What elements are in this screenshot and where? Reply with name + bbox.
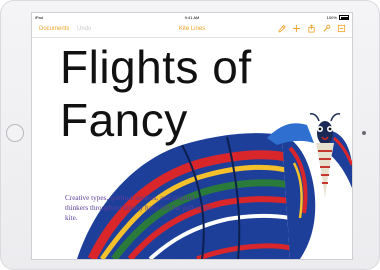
kite-wing bbox=[77, 133, 290, 259]
screen: iPad 9:41 AM 100% Documents Undo Kite Li… bbox=[32, 13, 352, 259]
home-button[interactable] bbox=[6, 124, 24, 142]
front-camera bbox=[362, 131, 366, 135]
ipad-device: iPad 9:41 AM 100% Documents Undo Kite Li… bbox=[0, 0, 380, 270]
caption-text: Creative types, spiritual seekers, and o… bbox=[65, 194, 212, 222]
